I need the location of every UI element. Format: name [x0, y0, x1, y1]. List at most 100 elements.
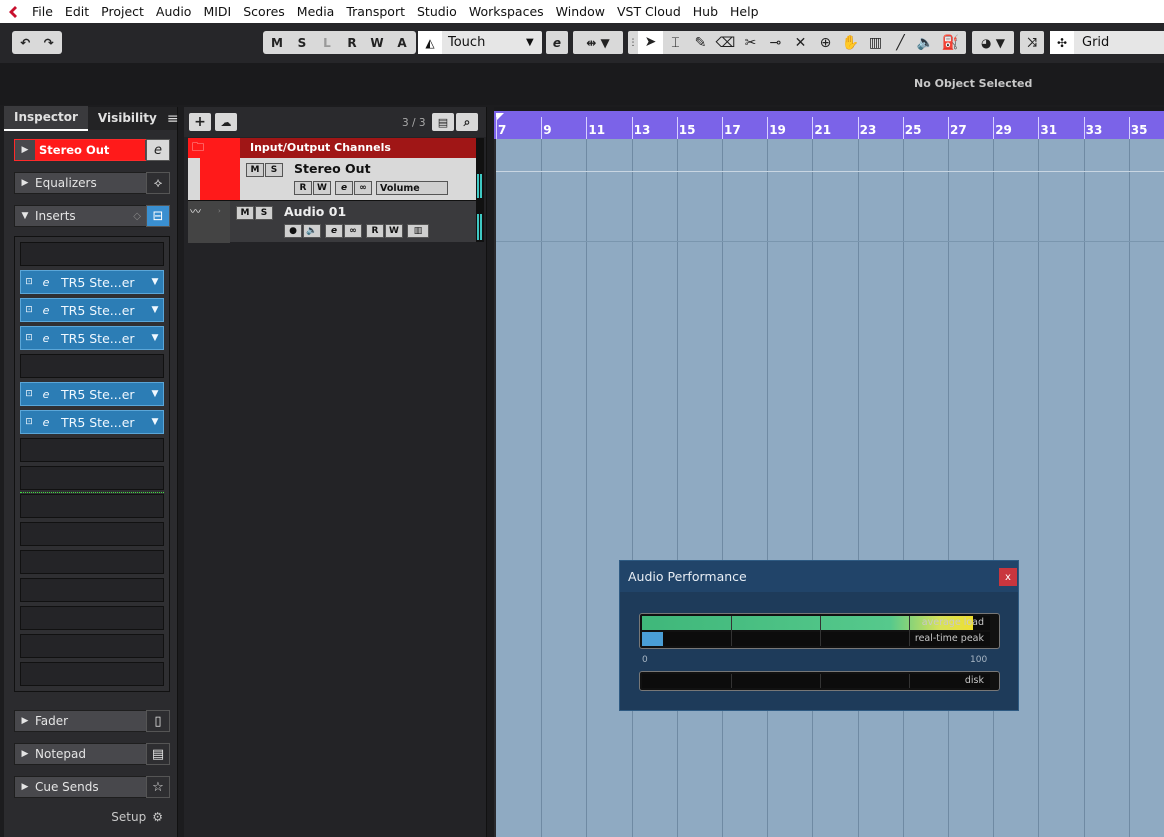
setup-button[interactable]: Setup ⚙ — [111, 810, 163, 824]
track-audio-01[interactable]: 〰 › MS Audio 01 ● 🔈 e ∞ RW ▥ — [188, 200, 476, 243]
edit-plugin-icon[interactable]: e — [37, 332, 55, 345]
edit-channel-icon[interactable]: e — [146, 139, 170, 161]
mute-state-button[interactable]: M — [265, 36, 289, 50]
insert-slot-empty[interactable] — [20, 494, 164, 518]
menu-project[interactable]: Project — [95, 0, 150, 23]
notepad-icon[interactable]: ▤ — [146, 743, 170, 765]
insert-slot-plugin[interactable]: ⊡ e TR5 Ste...er ▼ — [20, 270, 164, 294]
menu-vst-cloud[interactable]: VST Cloud — [611, 0, 687, 23]
object-selection-tool-icon[interactable]: ➤ — [638, 31, 663, 54]
menu-workspaces[interactable]: Workspaces — [463, 0, 550, 23]
cubase-logo-icon[interactable] — [0, 0, 26, 23]
menu-file[interactable]: File — [26, 0, 59, 23]
automation-state-button[interactable]: A — [390, 36, 414, 50]
inserts-bypass-icon[interactable]: ⊟ — [146, 205, 170, 227]
line-tool-icon[interactable]: ╱ — [888, 35, 913, 51]
menu-scores[interactable]: Scores — [237, 0, 291, 23]
add-track-using-preset-icon[interactable]: ☁ — [215, 113, 237, 131]
solo-state-button[interactable]: S — [290, 36, 314, 50]
mute-button[interactable]: M — [246, 163, 264, 177]
mute-button[interactable]: M — [236, 206, 254, 220]
power-icon[interactable]: ⊡ — [21, 305, 37, 315]
read-state-button[interactable]: R — [340, 36, 364, 50]
eq-bypass-icon[interactable]: ⟡ — [146, 172, 170, 194]
chevron-down-icon[interactable]: ▼ — [147, 333, 163, 343]
range-selection-tool-icon[interactable]: ⌶ — [663, 35, 688, 51]
color-tool-icon[interactable]: ⛽ — [938, 35, 963, 51]
fader-section[interactable]: ▶ Fader ▯ — [14, 710, 170, 732]
inserts-section[interactable]: ▼ Inserts ◇ ⊟ — [14, 205, 170, 227]
redo-icon[interactable]: ↷ — [38, 36, 61, 50]
power-icon[interactable]: ⊡ — [21, 389, 37, 399]
insert-slot-plugin[interactable]: ⊡ e TR5 Ste...er ▼ — [20, 410, 164, 434]
chevron-down-icon[interactable]: ▼ — [147, 305, 163, 315]
equalizers-section[interactable]: ▶ Equalizers ⟡ — [14, 172, 170, 194]
read-automation-button[interactable]: R — [366, 224, 384, 238]
edit-plugin-icon[interactable]: e — [37, 276, 55, 289]
snap-toggle-icon[interactable]: ⤨ — [1020, 31, 1044, 54]
track-stereo-out[interactable]: MS Stereo Out RW e ∞ Volume — [188, 158, 476, 200]
edit-plugin-icon[interactable]: e — [37, 416, 55, 429]
menu-window[interactable]: Window — [550, 0, 611, 23]
undo-icon[interactable]: ↶ — [14, 36, 37, 50]
cue-sends-section[interactable]: ▶ Cue Sends ☆ — [14, 776, 170, 798]
chevron-down-icon[interactable]: ▼ — [147, 417, 163, 427]
insert-slot-empty[interactable] — [20, 662, 164, 686]
edit-plugin-icon[interactable]: e — [37, 304, 55, 317]
menu-transport[interactable]: Transport — [340, 0, 411, 23]
power-icon[interactable]: ⊡ — [21, 417, 37, 427]
insert-slot-plugin[interactable]: ⊡ e TR5 Ste...er ▼ — [20, 326, 164, 350]
star-icon[interactable]: ☆ — [146, 776, 170, 798]
zoom-tool-icon[interactable]: ⊕ — [813, 35, 838, 51]
solo-button[interactable]: S — [255, 206, 273, 220]
glue-tool-icon[interactable]: ⊸ — [763, 35, 788, 51]
write-state-button[interactable]: W — [365, 36, 389, 50]
folder-track[interactable]: 🗀 Input/Output Channels — [188, 138, 476, 158]
insert-slot-empty[interactable] — [20, 550, 164, 574]
fader-icon[interactable]: ▯ — [146, 710, 170, 732]
inserts-pre-icon[interactable]: ◇ — [133, 211, 141, 222]
hand-tool-icon[interactable]: ✋ — [838, 35, 863, 51]
timeline-ruler[interactable]: 7 9 11 13 15 17 19 21 23 25 27 29 31 33 35 — [494, 111, 1164, 139]
snap-mode-select[interactable]: ✣ Grid — [1050, 31, 1164, 54]
lanes-button[interactable]: ▥ — [407, 224, 429, 238]
expand-icon[interactable]: › — [218, 207, 221, 215]
edit-plugin-icon[interactable]: e — [37, 388, 55, 401]
insert-slot-empty[interactable] — [20, 438, 164, 462]
insert-slot-plugin[interactable]: ⊡ e TR5 Ste...er ▼ — [20, 298, 164, 322]
menu-audio[interactable]: Audio — [150, 0, 198, 23]
menu-studio[interactable]: Studio — [411, 0, 463, 23]
power-icon[interactable]: ⊡ — [21, 333, 37, 343]
tab-inspector[interactable]: Inspector — [4, 106, 88, 131]
search-icon[interactable]: ⌕ — [456, 113, 478, 131]
insert-slot-empty[interactable] — [20, 578, 164, 602]
edit-instrument-button[interactable]: e — [546, 31, 568, 54]
monitor-button[interactable]: 🔈 — [303, 224, 321, 238]
insert-slot-plugin[interactable]: ⊡ e TR5 Ste...er ▼ — [20, 382, 164, 406]
automation-mode-select[interactable]: ◭ Touch ▼ — [418, 31, 542, 54]
inspector-menu-icon[interactable]: ≡ — [167, 111, 179, 127]
track-list-menu-icon[interactable]: ▤ — [432, 113, 454, 131]
menu-hub[interactable]: Hub — [687, 0, 724, 23]
split-tool-icon[interactable]: ✂ — [738, 35, 763, 51]
folder-icon[interactable]: 🗀 — [188, 138, 240, 158]
comp-tool-icon[interactable]: ▥ — [863, 35, 888, 51]
record-enable-button[interactable]: ● — [284, 224, 302, 238]
mute-tool-icon[interactable]: ✕ — [788, 35, 813, 51]
menu-midi[interactable]: MIDI — [197, 0, 237, 23]
insert-slot-empty[interactable] — [20, 522, 164, 546]
insert-slot-empty[interactable] — [20, 466, 164, 490]
close-button[interactable]: x — [999, 568, 1017, 586]
menu-edit[interactable]: Edit — [59, 0, 95, 23]
listen-state-button[interactable]: L — [315, 36, 339, 50]
left-locator-marker[interactable] — [496, 113, 504, 121]
insert-slot-empty[interactable] — [20, 242, 164, 266]
power-icon[interactable]: ⊡ — [21, 277, 37, 287]
write-automation-button[interactable]: W — [313, 181, 331, 195]
read-automation-button[interactable]: R — [294, 181, 312, 195]
erase-tool-icon[interactable]: ⌫ — [713, 35, 738, 51]
automation-parameter-select[interactable]: Volume — [376, 181, 448, 195]
chevron-down-icon[interactable]: ▼ — [147, 389, 163, 399]
inspector-track-header[interactable]: ▶ Stereo Out e — [14, 139, 170, 161]
track-name[interactable]: Audio 01 — [284, 204, 346, 219]
